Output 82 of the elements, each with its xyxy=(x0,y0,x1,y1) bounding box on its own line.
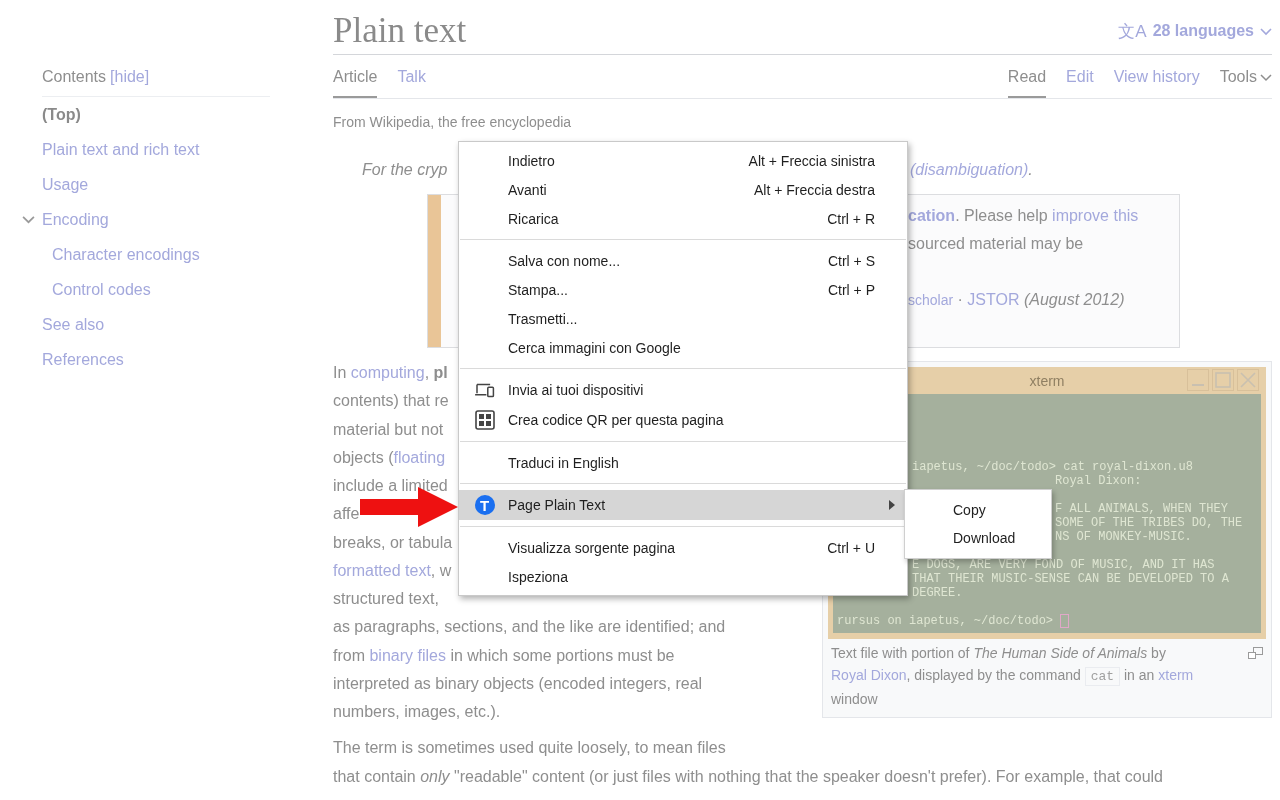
page-tab[interactable]: Read xyxy=(1007,68,1047,98)
hatnote-text: (disambiguation). xyxy=(910,160,1033,180)
notice-link[interactable]: improve this xyxy=(1052,202,1139,230)
chevron-icon[interactable] xyxy=(22,213,35,226)
menu-item[interactable]: Trasmetti... xyxy=(459,304,907,333)
menu-item[interactable]: Download xyxy=(905,524,1051,552)
article-text: numbers, images, etc.). xyxy=(333,702,501,722)
notice-text: scholar · JSTOR (August 2012) xyxy=(908,286,1125,314)
article-text: breaks, or tabula xyxy=(333,532,453,553)
article-text: that contain only "readable" content (or just files with nothing that the speaker doesn't prefer). For example, that could xyxy=(333,766,1163,787)
terminal-text: iapetus, ~/doc/todo> cat royal-dixon.u8 xyxy=(912,460,1193,474)
chevron-icon xyxy=(1260,25,1272,37)
article-text: affe xyxy=(333,504,360,525)
notice-link[interactable]: scholar xyxy=(908,286,954,314)
menu-item[interactable]: Ricarica Ctrl + R xyxy=(459,204,907,233)
article-text: The term is sometimes used quite loosely, to mean files xyxy=(333,738,726,759)
toc-link[interactable]: (Top) xyxy=(42,105,81,124)
toc-link[interactable]: Plain text and rich text xyxy=(42,140,200,159)
article-text: from binary files in which some portions must be xyxy=(333,641,675,670)
article-text: contents) that re xyxy=(333,391,449,412)
devices-icon xyxy=(474,382,495,398)
window-title: xterm xyxy=(1029,372,1065,389)
notice-text: sourced material may be xyxy=(908,234,1084,254)
menu-item[interactable]: Salva con nome... Ctrl + S xyxy=(459,246,907,275)
hatnote-link[interactable]: (disambiguation) xyxy=(910,161,1029,178)
menu-item[interactable]: Traduci in English xyxy=(459,448,907,477)
text-cursor xyxy=(1060,614,1070,628)
article-text: objects (floating xyxy=(333,443,446,472)
terminal-text: SOME OF THE TRIBES DO, THE xyxy=(1055,516,1243,530)
article-text: In computing, pl xyxy=(333,359,448,388)
chevron-icon xyxy=(1260,71,1272,83)
toc-link[interactable]: Usage xyxy=(42,175,89,194)
article-link[interactable]: formatted text xyxy=(333,556,431,585)
article-text: material but not xyxy=(333,419,444,440)
extension-logo: T xyxy=(474,495,495,515)
article-text: include a limited xyxy=(333,476,448,496)
menu-item[interactable]: Visualizza sorgente pagina Ctrl + U xyxy=(459,533,907,562)
figure-caption: Text file with portion of The Human Side of Animals by Royal Dixon, displayed by the command cat in an xterm window xyxy=(831,644,1195,709)
notice-text: cation. Please help improve this xyxy=(908,202,1139,230)
menu-item[interactable]: T Page Plain Text xyxy=(459,490,907,520)
toc-link[interactable]: Encoding xyxy=(42,210,109,229)
menu-item[interactable]: Stampa... Ctrl + P xyxy=(459,275,907,304)
menu-item[interactable]: Avanti Alt + Freccia destra xyxy=(459,175,907,204)
terminal-text: E DOGS, ARE VERY FOND OF MUSIC, AND IT HAS xyxy=(912,558,1215,572)
toc-link[interactable]: Character encodings xyxy=(52,245,200,264)
article-text: as paragraphs, sections, and the like are identified; and xyxy=(333,617,726,638)
menu-item[interactable]: Cerca immagini con Google xyxy=(459,333,907,362)
article-text: interpreted as binary objects (encoded integers, real xyxy=(333,673,703,694)
terminal-text: Royal Dixon: xyxy=(1055,474,1142,488)
caption-link[interactable]: xterm xyxy=(1158,667,1194,683)
enlarge-icon[interactable] xyxy=(1248,647,1263,659)
contents-heading: Contents xyxy=(42,67,107,87)
toc-link[interactable]: See also xyxy=(42,315,105,334)
terminal-text: F ALL ANIMALS, WHEN THEY xyxy=(1055,502,1228,516)
page-tab[interactable]: Talk xyxy=(397,68,426,98)
article-text: structured text, xyxy=(333,589,439,609)
page-tab[interactable]: View history xyxy=(1113,68,1200,98)
page-tab[interactable]: Article xyxy=(333,68,378,98)
menu-item[interactable]: Crea codice QR per questa pagina xyxy=(459,405,907,435)
terminal-text: DEGREE. xyxy=(912,586,963,600)
menu-item[interactable]: Indietro Alt + Freccia sinistra xyxy=(459,146,907,175)
article-text: formatted text, w xyxy=(333,556,452,585)
article-link[interactable]: binary files xyxy=(369,641,446,670)
tools-dropdown[interactable]: Tools xyxy=(1219,67,1272,98)
toc-link[interactable]: Control codes xyxy=(52,280,151,299)
page-title: Plain text xyxy=(333,11,467,51)
toc-link[interactable]: References xyxy=(42,350,124,369)
hide-link[interactable]: [hide] xyxy=(110,66,150,88)
menu-item[interactable]: Copy xyxy=(905,496,1051,524)
languages-button[interactable]: 文A 28 languages xyxy=(1118,19,1272,43)
menu-item[interactable]: Ispeziona xyxy=(459,562,907,591)
terminal-text: NS OF MONKEY-MUSIC. xyxy=(1055,530,1192,544)
article-link[interactable]: computing xyxy=(350,359,425,388)
notice-link[interactable]: JSTOR xyxy=(967,286,1020,314)
notice-link[interactable]: cation xyxy=(908,202,956,230)
qr-code-icon xyxy=(474,410,495,430)
page-tab[interactable]: Edit xyxy=(1066,68,1094,98)
article-link[interactable]: floating xyxy=(393,443,446,472)
hatnote-text: For the cryp xyxy=(362,160,448,180)
tagline: From Wikipedia, the free encyclopedia xyxy=(333,113,573,131)
terminal-text: THAT THEIR MUSIC-SENSE CAN BE DEVELOPED TO A xyxy=(912,572,1229,586)
menu-item[interactable]: Invia ai tuoi dispositivi xyxy=(459,375,907,405)
